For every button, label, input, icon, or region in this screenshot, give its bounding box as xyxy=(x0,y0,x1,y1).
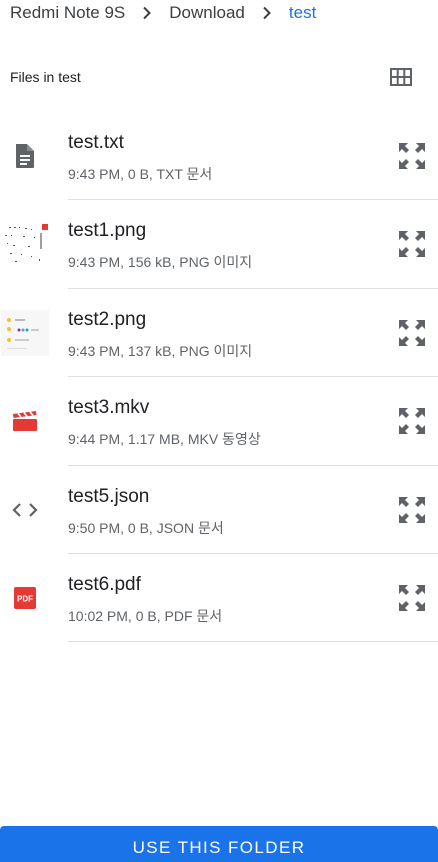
code-icon xyxy=(0,466,50,554)
expand-icon[interactable] xyxy=(397,406,427,436)
breadcrumb-item-test[interactable]: test xyxy=(289,3,316,23)
expand-icon[interactable] xyxy=(397,495,427,525)
breadcrumb: Redmi Note 9S Download test xyxy=(0,0,438,26)
file-name: test6.pdf xyxy=(68,573,141,595)
file-name: test5.json xyxy=(68,485,150,507)
list-item[interactable]: test1.png 9:43 PM, 156 kB, PNG 이미지 xyxy=(0,200,438,289)
file-picker-screen: Redmi Note 9S Download test Files in tes… xyxy=(0,0,438,862)
image-thumbnail xyxy=(0,289,50,377)
file-name: test2.png xyxy=(68,308,147,330)
list-item[interactable]: test3.mkv 9:44 PM, 1.17 MB, MKV 동영상 xyxy=(0,377,438,466)
file-name: test1.png xyxy=(68,220,147,242)
file-meta: 9:50 PM, 0 B, JSON 문서 xyxy=(68,519,224,536)
file-meta: 9:44 PM, 1.17 MB, MKV 동영상 xyxy=(68,431,261,448)
file-meta: 9:43 PM, 0 B, TXT 문서 xyxy=(68,166,213,182)
list-item[interactable]: test2.png 9:43 PM, 137 kB, PNG 이미지 xyxy=(0,289,438,378)
expand-icon[interactable] xyxy=(397,141,427,171)
grid-view-icon[interactable] xyxy=(390,66,412,88)
pdf-icon-label: PDF xyxy=(17,594,33,603)
video-clapper-icon xyxy=(0,377,50,465)
use-this-folder-button[interactable]: USE THIS FOLDER xyxy=(0,826,438,862)
expand-icon[interactable] xyxy=(397,318,427,348)
file-meta: 9:43 PM, 156 kB, PNG 이미지 xyxy=(68,254,253,271)
image-thumbnail xyxy=(0,200,50,288)
file-meta: 10:02 PM, 0 B, PDF 문서 xyxy=(68,607,223,624)
file-name: test3.mkv xyxy=(68,397,150,419)
list-item[interactable]: test5.json 9:50 PM, 0 B, JSON 문서 xyxy=(0,466,438,554)
files-header: Files in test xyxy=(10,64,412,90)
expand-icon[interactable] xyxy=(397,583,427,613)
text-file-icon xyxy=(0,112,50,200)
chevron-right-icon xyxy=(140,6,154,20)
file-list: test.txt 9:43 PM, 0 B, TXT 문서 test1.png … xyxy=(0,112,438,643)
pdf-icon: PDF xyxy=(0,554,50,642)
list-item[interactable]: test.txt 9:43 PM, 0 B, TXT 문서 xyxy=(0,112,438,201)
file-meta: 9:43 PM, 137 kB, PNG 이미지 xyxy=(68,342,253,359)
chevron-right-icon xyxy=(260,6,274,20)
breadcrumb-item-device[interactable]: Redmi Note 9S xyxy=(10,3,125,23)
breadcrumb-item-download[interactable]: Download xyxy=(169,3,245,23)
files-title: Files in test xyxy=(10,69,81,85)
divider xyxy=(68,641,438,643)
list-item[interactable]: PDF test6.pdf 10:02 PM, 0 B, PDF 문서 xyxy=(0,554,438,643)
file-name: test.txt xyxy=(68,132,124,153)
expand-icon[interactable] xyxy=(397,229,427,259)
